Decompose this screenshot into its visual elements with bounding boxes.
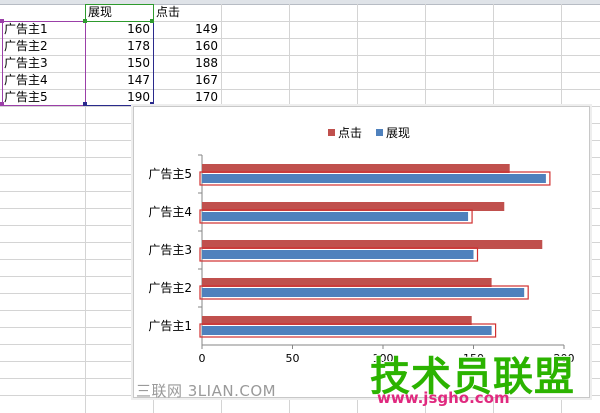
- legend-label: 展现: [386, 126, 410, 140]
- category-label: 广告主3: [148, 243, 192, 257]
- category-label: 广告主4: [148, 205, 192, 219]
- range-handle[interactable]: [0, 102, 4, 106]
- click-value-cell[interactable]: 167: [154, 72, 218, 89]
- legend-label: 点击: [338, 126, 362, 140]
- watermark-left: 三联网 3LIAN.COM: [136, 382, 277, 400]
- data-range-highlight: [85, 21, 154, 106]
- click-value-cell[interactable]: 170: [154, 89, 218, 106]
- legend-swatch: [328, 129, 335, 136]
- bar-show: [202, 288, 525, 297]
- category-label: 广告主1: [148, 319, 192, 333]
- x-tick-label: 50: [286, 352, 300, 365]
- series-name-highlight: [85, 4, 154, 22]
- bar-show: [202, 212, 469, 221]
- bar-show: [202, 326, 492, 335]
- bar-show: [202, 250, 474, 259]
- legend-swatch: [376, 129, 383, 136]
- category-range-highlight: [2, 21, 86, 106]
- bar-show: [202, 174, 546, 183]
- watermark-url: www.jsgho.com: [377, 389, 510, 407]
- range-handle[interactable]: [83, 19, 87, 23]
- category-label: 广告主5: [148, 167, 192, 181]
- range-handle[interactable]: [150, 19, 154, 23]
- header-cell-click[interactable]: 点击: [156, 4, 220, 21]
- category-label: 广告主2: [148, 281, 192, 295]
- click-value-cell[interactable]: 149: [154, 21, 218, 38]
- x-tick-label: 0: [199, 352, 206, 365]
- range-handle[interactable]: [83, 102, 87, 106]
- click-value-cell[interactable]: 160: [154, 38, 218, 55]
- range-handle[interactable]: [0, 19, 4, 23]
- click-value-cell[interactable]: 188: [154, 55, 218, 72]
